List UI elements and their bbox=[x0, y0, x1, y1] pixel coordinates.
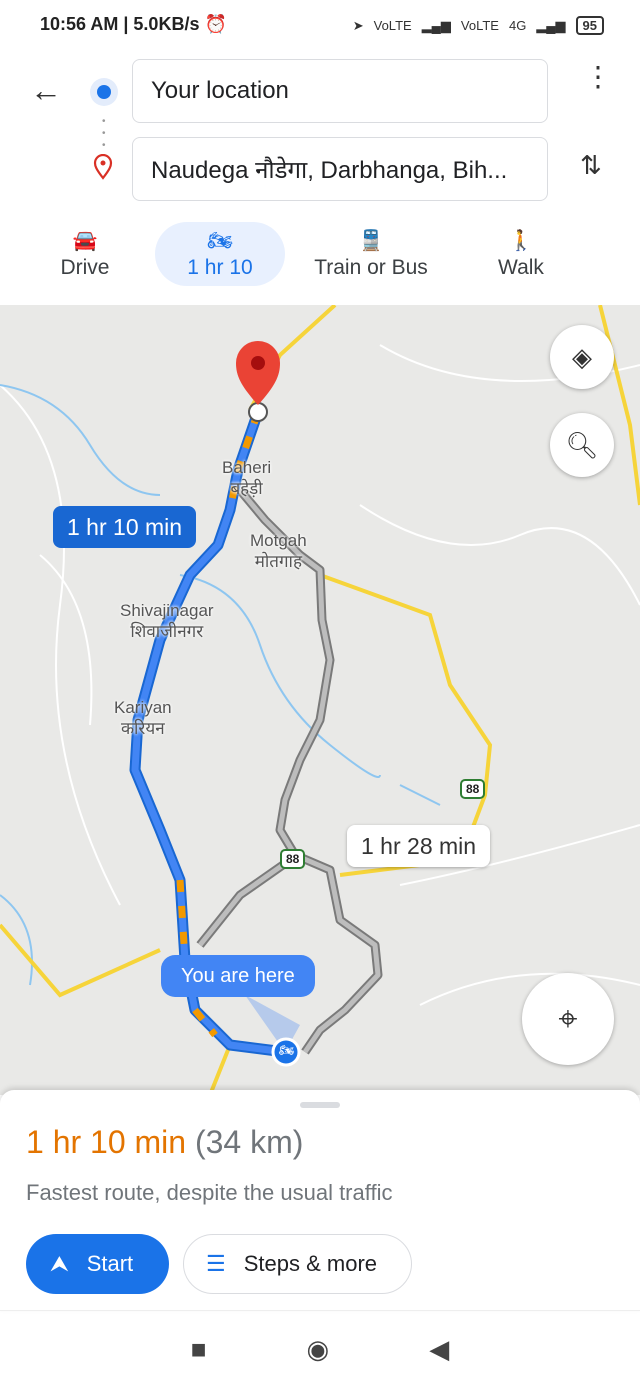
destination-marker bbox=[248, 402, 268, 422]
minor-road bbox=[39, 554, 93, 726]
swap-icon[interactable]: ⇅ bbox=[580, 150, 602, 181]
alternate-route-2 bbox=[196, 856, 293, 948]
route-distance: (34 km) bbox=[194, 1124, 304, 1160]
mode-walk[interactable]: 🚶 Walk bbox=[456, 222, 586, 286]
route-duration: 1 hr 10 min (34 km) bbox=[26, 1124, 304, 1160]
back-button[interactable]: ← bbox=[30, 72, 62, 109]
route-description: Fastest route, despite the usual traffic bbox=[26, 1180, 393, 1205]
crosshair-icon: ⌖ bbox=[558, 999, 578, 1038]
highway-shield: 88 bbox=[460, 779, 486, 799]
river bbox=[0, 384, 161, 496]
place-shivajinagar: Shivajinagar शिवाजीनगर bbox=[120, 601, 214, 641]
system-nav-bar: ■ ◉ ◀ bbox=[0, 1310, 640, 1387]
place-motgah: Motgah मोतगाह bbox=[250, 531, 307, 571]
signal-icon: ▂▄▆ bbox=[421, 17, 451, 33]
network-type: 4G bbox=[508, 18, 527, 33]
train-icon: 🚆 bbox=[358, 230, 384, 252]
car-icon: 🚘 bbox=[72, 230, 98, 252]
place-kariyan: Kariyan करियन bbox=[114, 698, 172, 738]
highway bbox=[0, 923, 161, 998]
minor-road bbox=[359, 504, 640, 606]
navigation-arrow-icon: ⮝ bbox=[50, 1251, 69, 1276]
destination-pin-icon bbox=[92, 153, 114, 180]
more-options-icon[interactable]: ⋮ bbox=[584, 63, 612, 91]
status-time: 10:56 AM | 5.0KB/s ⏰ bbox=[40, 14, 227, 34]
drag-handle[interactable] bbox=[300, 1102, 340, 1108]
search-button[interactable]: 🔍︎ bbox=[550, 413, 614, 477]
search-icon: 🔍︎ bbox=[565, 429, 599, 460]
layers-icon: ◈ bbox=[572, 341, 592, 372]
origin-input[interactable]: Your location bbox=[132, 59, 548, 123]
list-icon: ☰ bbox=[206, 1251, 226, 1276]
highway-shield: 88 bbox=[280, 849, 306, 869]
highway bbox=[208, 1044, 232, 1095]
battery-indicator: 95 bbox=[575, 16, 604, 35]
you-are-here-tooltip: You are here bbox=[161, 955, 315, 997]
origin-dot-icon bbox=[90, 78, 118, 106]
motorcycle-icon: 🏍 bbox=[207, 230, 233, 252]
river bbox=[399, 784, 441, 806]
location-icon: ➤ bbox=[352, 17, 364, 33]
mode-transit[interactable]: 🚆 Train or Bus bbox=[306, 222, 436, 286]
route-dots: • • • bbox=[102, 116, 106, 151]
route-summary-sheet: 1 hr 10 min (34 km) Fastest route, despi… bbox=[0, 1090, 640, 1310]
layers-button[interactable]: ◈ bbox=[550, 325, 614, 389]
start-button[interactable]: ⮝ Start bbox=[26, 1234, 169, 1294]
volte-icon: VoLTE bbox=[373, 18, 412, 33]
route-callout[interactable]: 1 hr 10 min bbox=[53, 506, 197, 548]
destination-input[interactable]: Naudega नौडेगा, Darbhanga, Bih... bbox=[132, 137, 548, 201]
destination-pin-icon bbox=[236, 341, 280, 405]
back-nav-button[interactable]: ◀ bbox=[429, 1334, 449, 1365]
map-canvas bbox=[0, 305, 640, 1095]
volte-icon-2: VoLTE bbox=[460, 18, 499, 33]
mode-motorcycle[interactable]: 🏍 1 hr 10 bbox=[155, 222, 285, 286]
my-location-button[interactable]: ⌖ bbox=[522, 973, 614, 1065]
home-button[interactable]: ◉ bbox=[307, 1334, 330, 1365]
place-baheri: Baheri बहेड़ी bbox=[222, 458, 272, 498]
mode-drive[interactable]: 🚘 Drive bbox=[20, 222, 150, 286]
walk-icon: 🚶 bbox=[508, 230, 534, 252]
alt-route-callout[interactable]: 1 hr 28 min bbox=[347, 825, 491, 867]
map-view[interactable]: 🏍 Baheri बहेड़ी Motgah मोतगाह Shivajinagar… bbox=[0, 305, 640, 1095]
motorcycle-icon: 🏍 bbox=[279, 1043, 295, 1057]
status-icons: ➤ VoLTE ▂▄▆ VoLTE 4G ▂▄▆ 95 bbox=[353, 16, 604, 35]
steps-button[interactable]: ☰ Steps & more bbox=[183, 1234, 412, 1294]
river bbox=[0, 894, 33, 986]
recents-button[interactable]: ■ bbox=[191, 1334, 207, 1365]
traffic-segment bbox=[176, 410, 262, 1038]
